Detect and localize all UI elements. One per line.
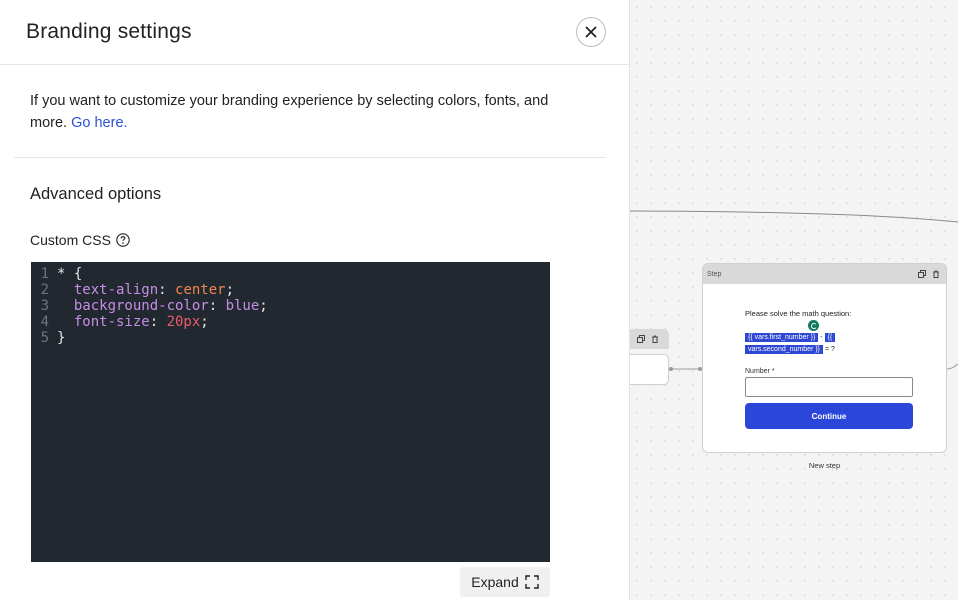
code-text: * { xyxy=(57,266,83,282)
panel-title: Branding settings xyxy=(26,20,192,43)
css-code-editor[interactable]: 1 * { 2 text-align: center; 3 background… xyxy=(31,262,550,562)
step-node[interactable]: Step Please solve the math question: {{ … xyxy=(702,263,947,453)
refresh-icon[interactable] xyxy=(808,320,819,331)
close-button[interactable] xyxy=(576,17,606,47)
variable-open-brace: {{ xyxy=(824,333,836,342)
panel-header: Branding settings xyxy=(0,0,629,65)
branding-settings-panel: Branding settings If you want to customi… xyxy=(0,0,630,600)
css-property: text-align xyxy=(73,282,159,298)
custom-css-label-row: Custom CSS xyxy=(0,228,629,252)
line-number: 4 xyxy=(40,314,49,330)
css-value: 20px xyxy=(166,314,201,330)
step-node-label: Step xyxy=(707,270,722,278)
css-property: font-size xyxy=(73,314,150,330)
number-field-label: Number * xyxy=(745,368,775,375)
duplicate-icon[interactable] xyxy=(918,270,926,278)
line-number: 1 xyxy=(40,266,49,282)
math-question-text: Please solve the math question: xyxy=(745,309,852,318)
step-caption: New step xyxy=(808,461,841,470)
intro-paragraph: If you want to customize your branding e… xyxy=(0,65,629,157)
duplicate-icon[interactable] xyxy=(637,335,645,343)
branding-link[interactable]: Go here. xyxy=(71,115,127,131)
code-line: 5 } xyxy=(31,330,550,346)
expand-button[interactable]: Expand xyxy=(460,567,550,597)
code-line: 2 text-align: center; xyxy=(31,282,550,298)
css-value: blue xyxy=(225,298,260,314)
line-number: 5 xyxy=(40,330,49,346)
css-value: center xyxy=(175,282,226,298)
number-input[interactable] xyxy=(745,377,913,397)
code-line: 4 font-size: 20px; xyxy=(31,314,550,330)
line-number: 2 xyxy=(40,282,49,298)
close-icon xyxy=(585,26,597,38)
code-line: 3 background-color: blue; xyxy=(31,298,550,314)
expand-icon xyxy=(525,575,539,589)
trash-icon[interactable] xyxy=(932,270,940,278)
custom-css-label: Custom CSS xyxy=(30,232,111,248)
code-line: 1 * { xyxy=(31,266,550,282)
variable-second-number: vars.second_number }} xyxy=(745,345,823,354)
advanced-options-heading: Advanced options xyxy=(30,185,162,203)
step-node-header: Step xyxy=(703,264,946,284)
css-property: background-color xyxy=(73,298,209,314)
variable-first-number: {{ vars.first_number }} xyxy=(745,333,819,342)
help-icon[interactable] xyxy=(116,233,130,247)
trash-icon[interactable] xyxy=(651,335,659,343)
equals-text: = ? xyxy=(824,346,835,353)
line-number: 3 xyxy=(40,298,49,314)
code-text: } xyxy=(57,330,66,346)
continue-button[interactable]: Continue xyxy=(745,403,913,429)
math-expression: {{ vars.first_number }} - {{ vars.second… xyxy=(745,332,913,356)
expand-label: Expand xyxy=(471,574,519,590)
operator-text: - xyxy=(820,334,823,341)
